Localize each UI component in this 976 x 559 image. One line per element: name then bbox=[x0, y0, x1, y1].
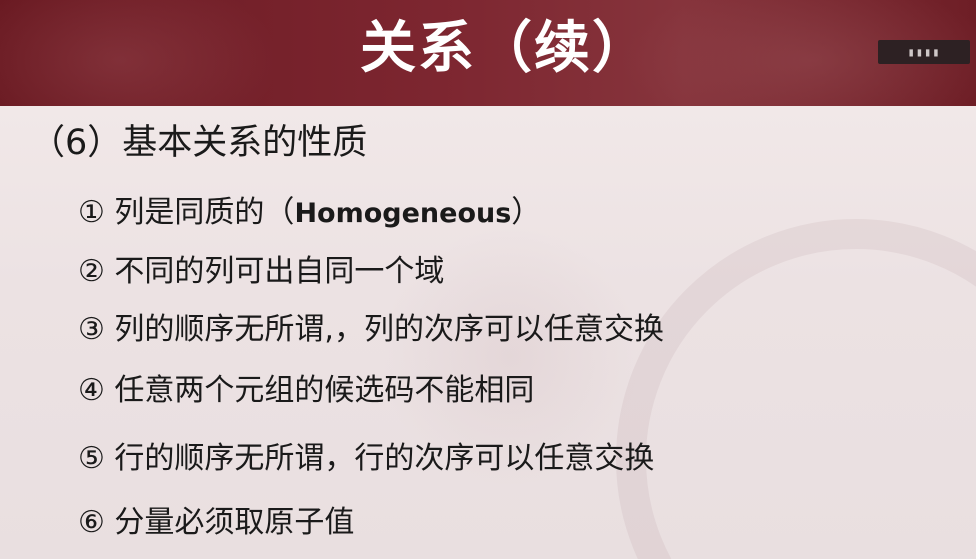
list-item-english-term: Homogeneous bbox=[294, 198, 512, 229]
list-item-text: ① 列是同质的（ bbox=[78, 195, 295, 230]
slide: 关系（续） ▮▮▮▮ （6）基本关系的性质 ① 列是同质的（Homogeneou… bbox=[0, 0, 976, 559]
watermark-logo-icon: ▮▮▮▮ bbox=[878, 40, 970, 64]
list-item: ③ 列的顺序无所谓,，列的次序可以任意交换 bbox=[78, 312, 664, 347]
list-item: ④ 任意两个元组的候选码不能相同 bbox=[78, 373, 535, 408]
list-item: ② 不同的列可出自同一个域 bbox=[78, 254, 445, 289]
list-item: ⑤ 行的顺序无所谓，行的次序可以任意交换 bbox=[78, 441, 655, 476]
slide-title: 关系（续） bbox=[360, 16, 650, 81]
list-item: ⑥ 分量必须取原子值 bbox=[78, 505, 355, 540]
list-item: ① 列是同质的（Homogeneous） bbox=[78, 193, 541, 234]
section-heading: （6）基本关系的性质 bbox=[30, 123, 368, 163]
list-item-text-end: ） bbox=[511, 195, 542, 230]
